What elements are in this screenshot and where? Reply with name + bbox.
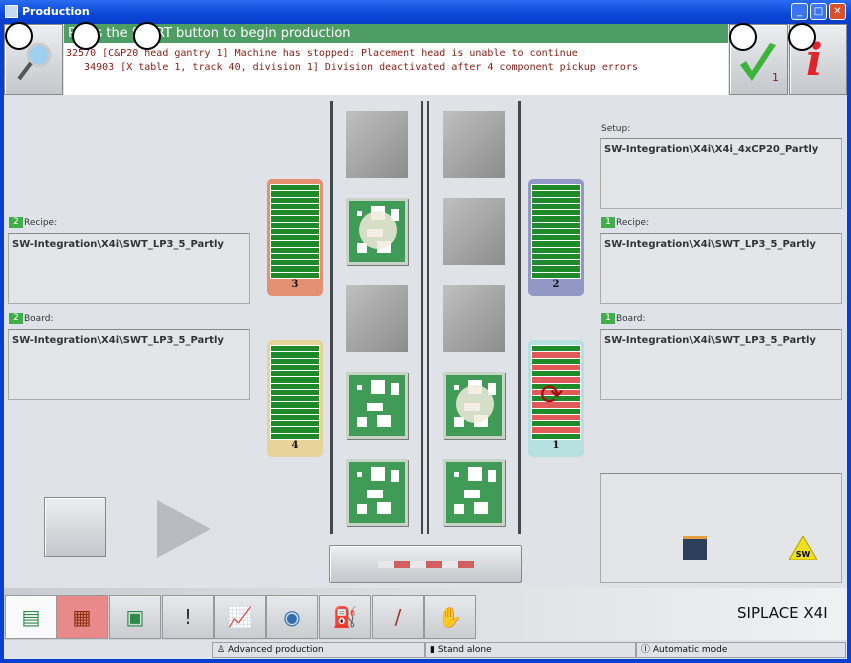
upload-icon: 1: [601, 217, 615, 228]
status-line: ▮ Stand alone: [425, 642, 636, 658]
empty-board-slot[interactable]: [443, 111, 505, 178]
feeder-tracks: [270, 345, 320, 440]
board-field-right[interactable]: SW-Integration\X4i\SWT_LP3_5_Partly: [600, 329, 842, 400]
feeder-number: 4: [291, 440, 299, 451]
message-item[interactable]: 34903 [X table 1, track 40, division 1] …: [66, 61, 726, 75]
chart-icon: 📈: [227, 605, 253, 629]
app-icon: [5, 5, 18, 18]
feeder-table-2[interactable]: 2: [528, 179, 584, 296]
empty-board-slot[interactable]: [443, 198, 505, 265]
feeder-number: 2: [552, 279, 560, 290]
progress-clock-icon: [456, 385, 494, 423]
refresh-icon: ⟳: [540, 378, 564, 411]
window-title: Production: [22, 5, 90, 18]
marker-circle: [5, 22, 33, 50]
brand-label: SIPLACE X4I: [737, 604, 828, 622]
recipe-field-right[interactable]: SW-Integration\X4i\SWT_LP3_5_Partly: [600, 233, 842, 304]
setup-label: Setup:: [601, 124, 631, 134]
status-operation: Ⓘ Automatic mode: [636, 642, 846, 658]
recipe-label-right: 1 Recipe:: [601, 217, 649, 228]
upload-icon: 1: [601, 313, 615, 324]
warning-icon: SW: [789, 536, 817, 560]
status-panel: SW: [600, 473, 842, 583]
camera-icon: ◉: [283, 605, 301, 629]
acknowledge-count: 1: [772, 71, 779, 84]
upload-icon: 2: [9, 313, 23, 324]
svg-text:SW: SW: [796, 550, 811, 559]
board-label-right: 1 Board:: [601, 313, 645, 324]
tab-hand-gear[interactable]: ✋: [424, 595, 476, 639]
board-label-left: 2 Board:: [9, 313, 53, 324]
message-list[interactable]: 32570 [C&P20 head gantry 1] Machine has …: [64, 43, 728, 95]
close-button[interactable]: ✕: [829, 3, 846, 20]
marker-circle: [788, 23, 816, 51]
nozzle-icon: /: [394, 605, 402, 629]
feeder-table-1[interactable]: 1 ⟳: [528, 340, 584, 457]
marker-circle: [72, 22, 100, 50]
tab-feeder-grid[interactable]: ▦: [56, 595, 108, 639]
marker-circle: [729, 23, 757, 51]
board-slot[interactable]: [443, 459, 505, 526]
progress-clock-icon: [359, 211, 397, 249]
operator-icon: [683, 536, 707, 560]
play-icon: [157, 500, 211, 558]
conveyor-rail: [427, 101, 429, 534]
empty-board-slot[interactable]: [346, 111, 408, 178]
upload-icon: 2: [9, 217, 23, 228]
status-mode: ♙ Advanced production: [212, 642, 425, 658]
feeder-tracks: [531, 184, 581, 279]
marker-circle: [133, 22, 161, 50]
feeder-table-4[interactable]: 4: [267, 340, 323, 457]
oil-can-icon: ⛽: [332, 605, 358, 629]
tab-nozzle[interactable]: /: [372, 595, 424, 639]
maximize-button[interactable]: □: [810, 3, 827, 20]
conveyor-rail: [518, 101, 521, 534]
feeder-tracks: [270, 184, 320, 279]
feeder-grid-icon: ▦: [72, 605, 92, 629]
board-slot[interactable]: [346, 372, 408, 439]
tab-oil-can[interactable]: ⛽: [319, 595, 371, 639]
feeder-table-3[interactable]: 3: [267, 179, 323, 296]
board-field-left[interactable]: SW-Integration\X4i\SWT_LP3_5_Partly: [8, 329, 250, 400]
setup-field[interactable]: SW-Integration\X4i\X4i_4xCP20_Partly: [600, 138, 842, 209]
hand-gear-icon: ✋: [437, 605, 463, 629]
tab-pcb[interactable]: ▣: [109, 595, 161, 639]
recipe-field-left[interactable]: SW-Integration\X4i\SWT_LP3_5_Partly: [8, 233, 250, 304]
instruction-bar: Press the START button to begin producti…: [64, 24, 728, 43]
feeder-number: 3: [291, 279, 299, 290]
barrier-icon: [378, 561, 474, 568]
conveyor-button[interactable]: [329, 545, 522, 583]
board-slot[interactable]: [443, 372, 505, 439]
message-item[interactable]: 32570 [C&P20 head gantry 1] Machine has …: [66, 47, 726, 61]
minimize-button[interactable]: _: [791, 3, 808, 20]
tab-camera[interactable]: ◉: [266, 595, 318, 639]
recipe-label-left: 2 Recipe:: [9, 217, 57, 228]
tab-chart[interactable]: 📈: [214, 595, 266, 639]
title-bar[interactable]: [0, 0, 851, 24]
conveyor-rail: [330, 101, 333, 534]
start-button[interactable]: [157, 500, 211, 558]
board-slot[interactable]: [346, 198, 408, 265]
feeder-number: 1: [552, 440, 560, 451]
tab-alarm-list[interactable]: !: [162, 595, 214, 639]
conveyor-rail: [421, 101, 423, 534]
pcb-icon: ▣: [125, 605, 145, 629]
board-slot[interactable]: [346, 459, 408, 526]
alarm-list-icon: !: [183, 605, 193, 629]
empty-board-slot[interactable]: [443, 285, 505, 352]
tab-boards-stack[interactable]: ▤: [5, 595, 57, 639]
empty-board-slot[interactable]: [346, 285, 408, 352]
stop-button[interactable]: [44, 497, 106, 557]
boards-stack-icon: ▤: [21, 605, 41, 629]
